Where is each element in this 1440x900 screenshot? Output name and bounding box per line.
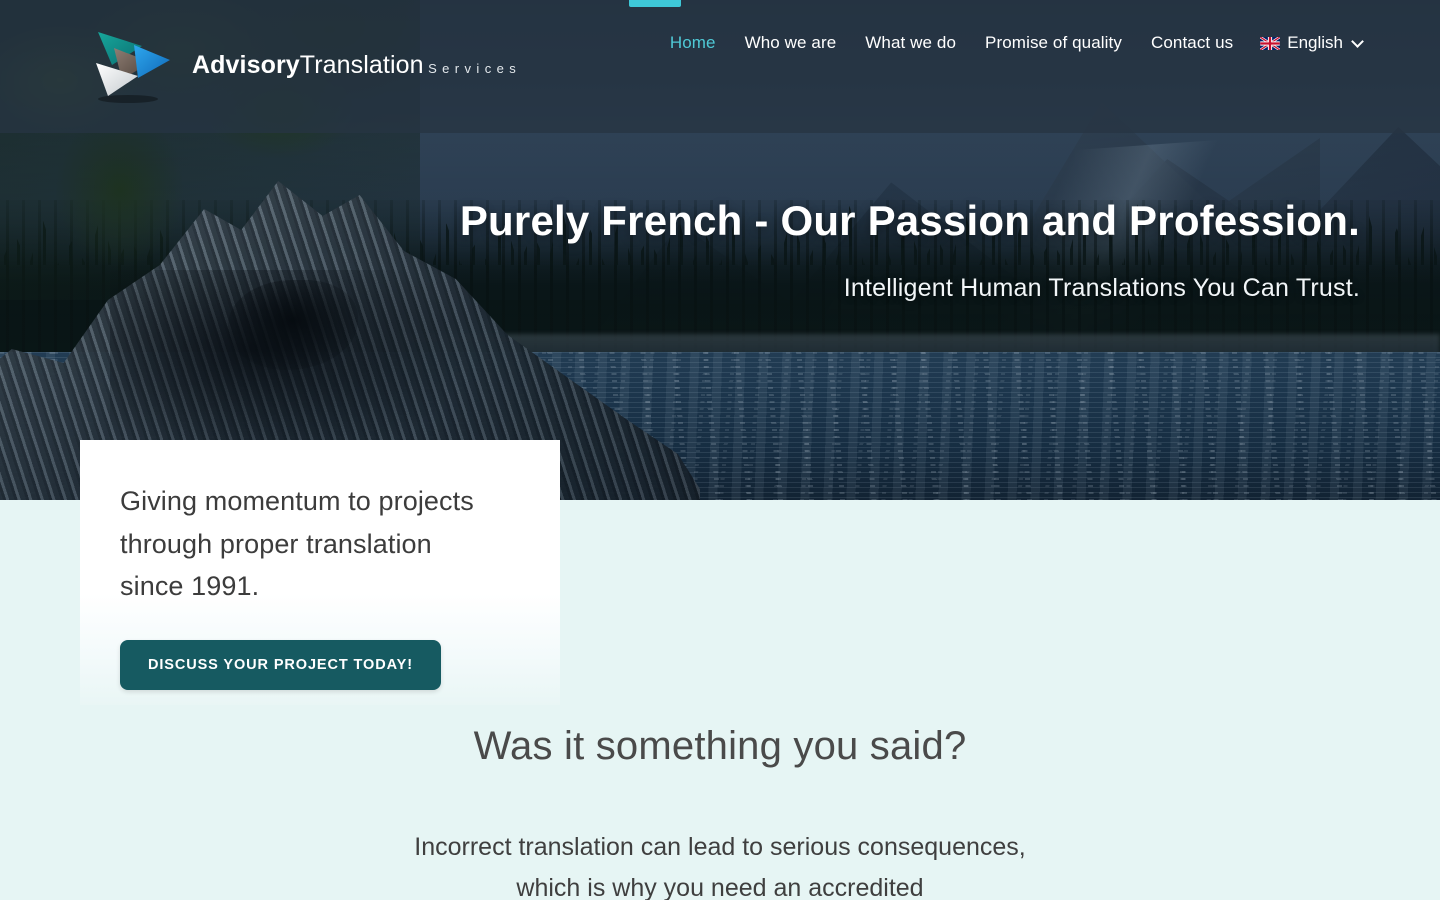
chevron-down-icon — [1351, 34, 1364, 48]
nav-item-promise-of-quality[interactable]: Promise of quality — [985, 33, 1122, 53]
nav-item-who-we-are[interactable]: Who we are — [745, 33, 837, 53]
logo-wordmark: AdvisoryTranslation Services — [192, 51, 522, 79]
four-triangles-play-logo-icon — [88, 28, 180, 106]
uk-flag-icon — [1260, 36, 1281, 50]
intro-content-section: Was it something you said? Incorrect tra… — [0, 722, 1440, 900]
nav-item-home[interactable]: Home — [670, 33, 716, 53]
site-header: AdvisoryTranslation Services Home Who we… — [0, 0, 1440, 133]
page-root: AdvisoryTranslation Services Home Who we… — [0, 0, 1440, 900]
language-label: English — [1287, 33, 1343, 52]
logo-name-light: Translation — [299, 50, 424, 79]
site-logo[interactable]: AdvisoryTranslation Services — [88, 28, 521, 106]
hero-title: Purely French - Our Passion and Professi… — [459, 197, 1360, 244]
logo-tagline: Services — [428, 60, 522, 76]
main-navigation: Home Who we are What we do Promise of qu… — [670, 33, 1364, 53]
hero-text-block: Purely French - Our Passion and Professi… — [350, 196, 1360, 304]
nav-item-what-we-do[interactable]: What we do — [865, 33, 956, 53]
language-switcher[interactable]: English — [1260, 33, 1364, 53]
section-body-text: Incorrect translation can lead to seriou… — [414, 833, 1026, 900]
section-title: Was it something you said? — [473, 724, 967, 768]
active-nav-indicator — [629, 0, 681, 7]
logo-name-bold: Advisory — [192, 50, 300, 79]
hero-subtitle: Intelligent Human Translations You Can T… — [843, 273, 1360, 302]
nav-item-contact-us[interactable]: Contact us — [1151, 33, 1233, 53]
promo-card: Giving momentum to projects through prop… — [80, 440, 560, 705]
logo-name: AdvisoryTranslation — [192, 51, 424, 79]
discuss-your-project-button[interactable]: DISCUSS YOUR PROJECT TODAY! — [120, 639, 441, 690]
promo-heading: Giving momentum to projects through prop… — [120, 486, 474, 602]
